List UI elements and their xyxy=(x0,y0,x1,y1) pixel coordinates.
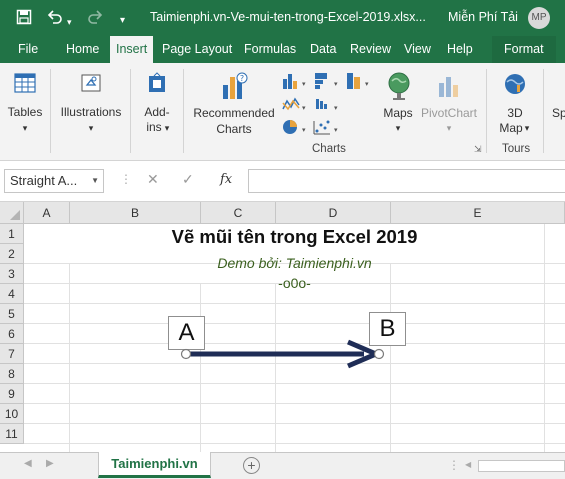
3d-map-dropdown-icon: ▾ xyxy=(524,123,530,133)
tab-review[interactable]: Review xyxy=(350,36,391,63)
scatter-chart-icon[interactable]: ▾ xyxy=(313,120,338,135)
recommended-charts-icon: ? xyxy=(223,72,248,99)
ribbon-separator xyxy=(486,69,487,153)
svg-text:▾: ▾ xyxy=(334,80,338,88)
formula-bar-grip-icon: ⋮ xyxy=(120,172,132,186)
ribbon-tabs: File Home Insert Page Layout Formulas Da… xyxy=(0,36,565,63)
charts-dialog-launcher-icon[interactable]: ⇲ xyxy=(474,144,482,155)
ribbon-separator xyxy=(543,69,544,153)
svg-text:▾: ▾ xyxy=(334,104,338,112)
prev-sheet-icon[interactable]: ◀ xyxy=(24,458,32,469)
name-box[interactable]: Straight A... ▼ xyxy=(4,169,104,193)
svg-text:▾: ▾ xyxy=(302,126,306,134)
tab-page-layout[interactable]: Page Layout xyxy=(162,36,232,63)
3d-map-button[interactable]: 3D Map ▾ xyxy=(492,63,538,155)
insert-function-icon[interactable]: fx xyxy=(220,172,232,187)
tab-file[interactable]: File xyxy=(18,36,38,63)
maps-label: Maps xyxy=(383,106,413,120)
arrow-end-handle[interactable] xyxy=(373,348,385,360)
tab-view[interactable]: View xyxy=(404,36,431,63)
illustrations-label: Illustrations xyxy=(60,105,122,119)
tab-help[interactable]: Help xyxy=(447,36,473,63)
pivotchart-dropdown-icon: ▾ xyxy=(446,123,452,133)
redo-icon[interactable] xyxy=(87,9,103,30)
tab-formulas[interactable]: Formulas xyxy=(244,36,296,63)
tables-dropdown-icon: ▾ xyxy=(22,123,28,133)
addins-button[interactable]: Add- ins ▾ xyxy=(136,63,178,155)
arrow-shape[interactable] xyxy=(0,202,565,452)
worksheet-grid[interactable]: A B C D E 1 2 3 4 5 6 7 8 9 10 11 Vẽ mũi… xyxy=(0,202,565,452)
title-bar: ▾ ▾ Taimienphi.vn-Ve-mui-ten-trong-Excel… xyxy=(0,0,565,36)
cancel-icon[interactable]: ✕ xyxy=(147,171,159,188)
line-chart-icon[interactable]: ▾ xyxy=(282,97,306,112)
addins-dropdown-icon: ▾ xyxy=(164,123,170,133)
customize-toolbar-icon[interactable]: ▾ xyxy=(120,12,125,30)
ribbon: Tables ▾ Illustrations ▾ Add- ins ▾ ? Re… xyxy=(0,63,565,161)
tab-home[interactable]: Home xyxy=(66,36,99,63)
3d-map-label-1: 3D xyxy=(507,106,523,120)
formula-bar: Straight A... ▼ ⋮ ✕ ✓ fx xyxy=(0,161,565,202)
pivotchart-button[interactable]: PivotChart ▾ xyxy=(418,63,480,155)
charts-group-label: Charts xyxy=(312,143,346,155)
svg-text:▾: ▾ xyxy=(334,126,338,134)
tours-group-label: Tours xyxy=(502,143,531,155)
illustrations-button[interactable]: Illustrations ▾ xyxy=(56,63,126,155)
column-chart-icon[interactable]: ▾ xyxy=(283,74,306,89)
addins-label-1: Add- xyxy=(144,105,170,119)
tab-data[interactable]: Data xyxy=(310,36,336,63)
svg-text:▾: ▾ xyxy=(365,80,369,88)
bar-chart-icon[interactable]: ▾ xyxy=(347,73,369,89)
add-sheet-button[interactable]: + xyxy=(243,457,260,474)
horizontal-scrollbar[interactable] xyxy=(478,460,565,472)
pie-chart-icon[interactable]: ▾ xyxy=(283,120,306,134)
arrow-start-handle[interactable] xyxy=(180,348,192,360)
3d-map-icon xyxy=(505,74,525,94)
maps-button[interactable]: Maps ▾ xyxy=(378,63,418,155)
tab-insert[interactable]: Insert xyxy=(110,36,154,63)
sheet-tab-bar: ◀ ▶ Taimienphi.vn + ⋮ ◀ xyxy=(0,452,565,479)
document-title: Taimienphi.vn-Ve-mui-ten-trong-Excel-201… xyxy=(150,10,426,24)
tab-format[interactable]: Format xyxy=(492,36,556,63)
recommended-charts-button[interactable]: ? Recommended Charts xyxy=(188,63,280,155)
svg-text:▾: ▾ xyxy=(302,80,306,88)
ribbon-separator xyxy=(50,69,51,153)
tables-button[interactable]: Tables ▾ xyxy=(4,63,46,155)
pivotchart-label: PivotChart xyxy=(420,106,478,120)
svg-text:▾: ▾ xyxy=(302,104,306,112)
tables-label: Tables xyxy=(7,105,43,119)
chart-types-grid: ▾ ▾ ▾ ▾ ▾ ▾ ▾ xyxy=(281,63,376,155)
addins-icon xyxy=(149,72,165,92)
save-icon[interactable] xyxy=(16,9,32,30)
user-name[interactable]: Miễn Phí Tải xyxy=(448,10,518,24)
undo-dropdown-icon[interactable]: ▾ xyxy=(67,13,72,31)
maps-dropdown-icon: ▾ xyxy=(395,123,401,133)
pivotchart-icon xyxy=(439,77,458,97)
recommended-charts-label-1: Recommended xyxy=(193,106,275,120)
ribbon-separator xyxy=(183,69,184,153)
hierarchy-chart-icon[interactable]: ▾ xyxy=(315,73,338,89)
svg-text:?: ? xyxy=(240,74,244,83)
scroll-left-icon[interactable]: ◀ xyxy=(465,460,471,469)
sparklines-label[interactable]: Sp xyxy=(552,106,565,121)
avatar[interactable]: MP xyxy=(528,7,550,29)
enter-icon[interactable]: ✓ xyxy=(182,171,194,188)
name-box-dropdown-icon[interactable]: ▼ xyxy=(91,170,99,192)
illustrations-icon xyxy=(81,74,101,92)
illustrations-dropdown-icon: ▾ xyxy=(88,123,94,133)
recommended-charts-label-2: Charts xyxy=(216,122,252,136)
formula-input[interactable] xyxy=(248,169,565,193)
maps-icon xyxy=(388,72,410,100)
name-box-value: Straight A... xyxy=(10,173,78,188)
sheet-tab-active[interactable]: Taimienphi.vn xyxy=(98,452,211,478)
undo-icon[interactable] xyxy=(47,9,63,30)
ribbon-separator xyxy=(130,69,131,153)
statistic-chart-icon[interactable]: ▾ xyxy=(316,99,338,112)
next-sheet-icon[interactable]: ▶ xyxy=(46,458,54,469)
tab-split-grip-icon[interactable]: ⋮ xyxy=(448,458,460,472)
table-icon xyxy=(14,73,36,93)
